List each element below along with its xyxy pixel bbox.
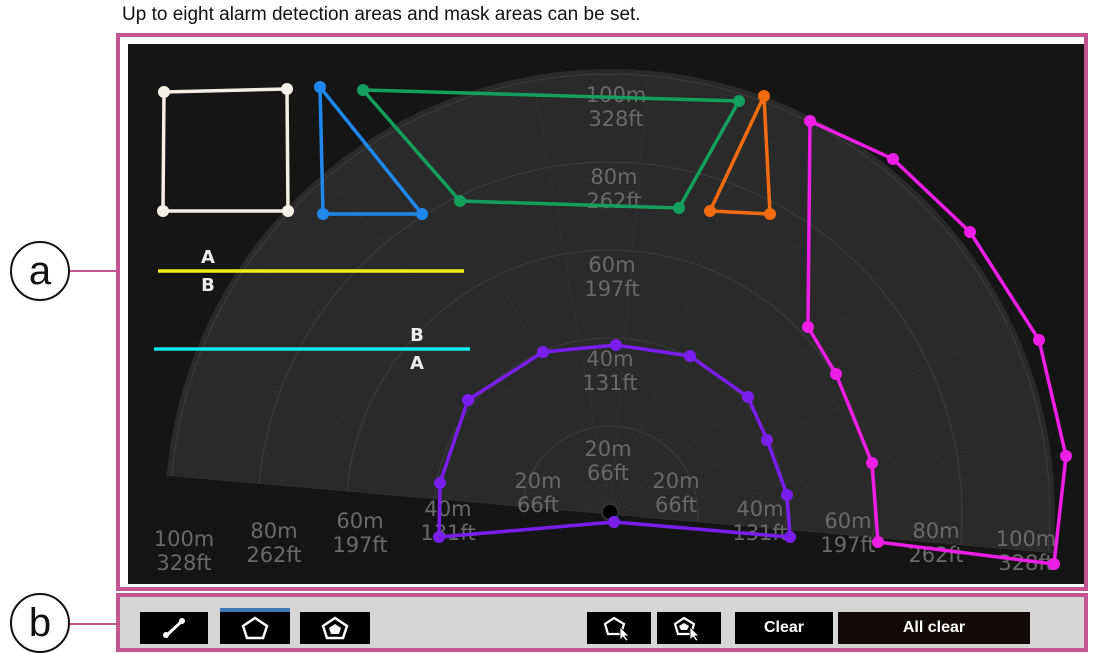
- range-label-m: 100m: [154, 527, 215, 551]
- vertex-handle[interactable]: [433, 531, 445, 543]
- vertex-handle[interactable]: [964, 226, 976, 238]
- clear-button[interactable]: Clear: [735, 612, 833, 644]
- radar-canvas[interactable]: 20m66ft20m66ft20m66ft40m131ft40m131ft40m…: [128, 44, 1084, 584]
- range-label-ft: 197ft: [820, 533, 875, 557]
- callout-a: a: [10, 241, 70, 301]
- vertex-handle[interactable]: [684, 350, 696, 362]
- range-label-m: 80m: [912, 519, 959, 543]
- mask-polygon-tool-icon: [321, 616, 349, 640]
- vertex-handle[interactable]: [610, 339, 622, 351]
- vertex-handle[interactable]: [454, 195, 466, 207]
- range-label-m: 40m: [424, 497, 471, 521]
- vertex-handle[interactable]: [434, 477, 446, 489]
- range-label-ft: 328ft: [588, 107, 643, 131]
- line-direction-label: B: [410, 325, 424, 346]
- vertex-handle[interactable]: [764, 208, 776, 220]
- line-tool-button[interactable]: [140, 612, 208, 644]
- vertex-handle[interactable]: [157, 205, 169, 217]
- range-label-m: 80m: [250, 519, 297, 543]
- vertex-handle[interactable]: [357, 84, 369, 96]
- vertex-handle[interactable]: [673, 202, 685, 214]
- callout-b: b: [10, 593, 70, 653]
- range-label-m: 80m: [590, 165, 637, 189]
- range-label-m: 40m: [736, 497, 783, 521]
- vertex-handle[interactable]: [462, 394, 474, 406]
- line-tool-icon: [163, 618, 185, 638]
- range-label-ft: 197ft: [332, 533, 387, 557]
- select-mask-button[interactable]: [657, 612, 721, 644]
- vertex-handle[interactable]: [733, 95, 745, 107]
- range-label-m: 40m: [586, 347, 633, 371]
- detection-area-canvas-frame: 20m 66ft 20m 66ft 20m 66ft 40m 131ft 40m 131ft 40m…: [116, 33, 1088, 591]
- vertex-handle[interactable]: [314, 81, 326, 93]
- range-label-m: 60m: [336, 509, 383, 533]
- range-label-m: 100m: [996, 527, 1057, 551]
- vertex-handle[interactable]: [158, 86, 170, 98]
- callout-a-leader: [70, 270, 118, 272]
- vertex-handle[interactable]: [742, 391, 754, 403]
- vertex-handle[interactable]: [887, 153, 899, 165]
- range-label-m: 60m: [588, 253, 635, 277]
- vertex-handle[interactable]: [1033, 334, 1045, 346]
- vertex-handle[interactable]: [866, 457, 878, 469]
- vertex-handle[interactable]: [781, 489, 793, 501]
- range-label-ft: 66ft: [517, 493, 559, 517]
- range-label-m: 20m: [652, 469, 699, 493]
- range-label-ft: 197ft: [584, 277, 639, 301]
- select-area-button[interactable]: [587, 612, 651, 644]
- vertex-handle[interactable]: [416, 208, 428, 220]
- all-clear-button[interactable]: All clear: [838, 612, 1030, 644]
- range-label-ft: 66ft: [655, 493, 697, 517]
- callout-b-leader: [70, 623, 118, 625]
- vertex-handle[interactable]: [784, 531, 796, 543]
- range-label-ft: 66ft: [587, 461, 629, 485]
- vertex-handle[interactable]: [804, 115, 816, 127]
- polygon-tool-icon: [241, 616, 269, 640]
- area-toolbar: Clear All clear: [116, 593, 1088, 652]
- range-label-m: 20m: [514, 469, 561, 493]
- vertex-handle[interactable]: [830, 368, 842, 380]
- vertex-handle[interactable]: [281, 83, 293, 95]
- vertex-handle[interactable]: [1060, 450, 1072, 462]
- vertex-handle[interactable]: [608, 516, 620, 528]
- range-label-ft: 328ft: [156, 551, 211, 575]
- range-label-ft: 262ft: [246, 543, 301, 567]
- line-direction-label: A: [201, 247, 215, 268]
- vertex-handle[interactable]: [537, 346, 549, 358]
- vertex-handle[interactable]: [758, 90, 770, 102]
- page-caption: Up to eight alarm detection areas and ma…: [122, 4, 641, 25]
- mask-tool-button[interactable]: [300, 612, 370, 644]
- range-label-m: 100m: [586, 83, 647, 107]
- vertex-handle[interactable]: [1048, 558, 1060, 570]
- range-label-ft: 262ft: [586, 189, 641, 213]
- line-direction-label: A: [410, 353, 424, 374]
- range-label-m: 60m: [824, 509, 871, 533]
- polygon-tool-button[interactable]: [220, 608, 290, 644]
- select-mask-icon: [673, 616, 700, 641]
- vertex-handle[interactable]: [317, 208, 329, 220]
- vertex-handle[interactable]: [761, 434, 773, 446]
- vertex-handle[interactable]: [282, 205, 294, 217]
- vertex-handle[interactable]: [704, 205, 716, 217]
- range-label-ft: 131ft: [582, 371, 637, 395]
- vertex-handle[interactable]: [872, 536, 884, 548]
- vertex-handle[interactable]: [802, 321, 814, 333]
- range-label-m: 20m: [584, 437, 631, 461]
- select-area-icon: [603, 616, 630, 641]
- line-direction-label: B: [201, 275, 215, 296]
